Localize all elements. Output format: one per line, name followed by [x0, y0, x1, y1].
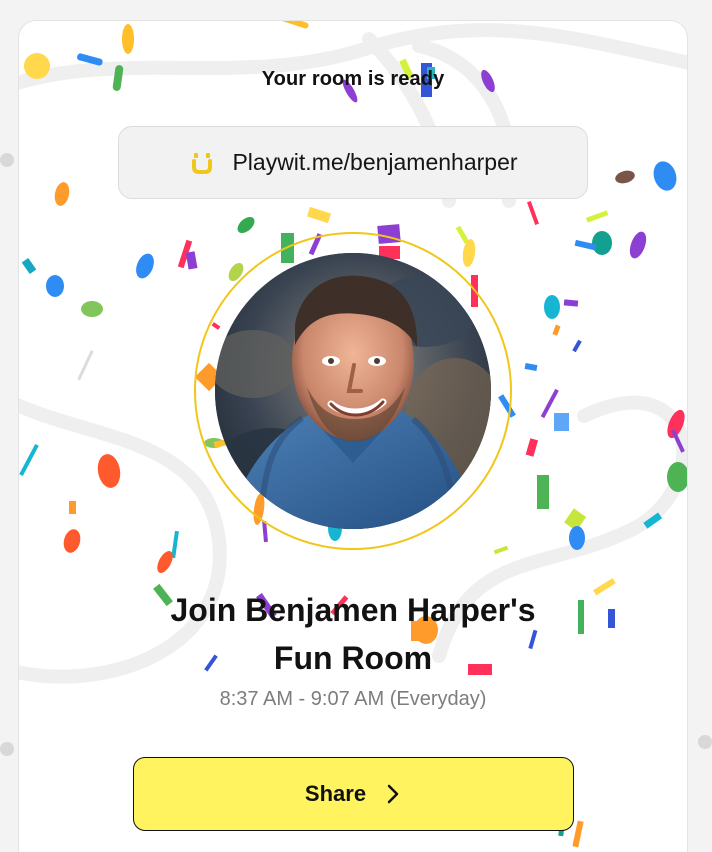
share-button[interactable]: Share	[133, 757, 574, 831]
page-background: Your room is ready Playwit.me/benjamenha…	[0, 0, 712, 852]
profile-photo	[215, 253, 491, 529]
room-ready-card: Your room is ready Playwit.me/benjamenha…	[18, 20, 688, 852]
left-decoration-dot	[0, 742, 14, 756]
room-ready-title: Your room is ready	[261, 68, 445, 90]
chevron-right-icon	[384, 783, 402, 805]
profile-avatar	[215, 253, 491, 529]
join-room-heading: Join Benjamen Harper's Fun Room	[19, 586, 687, 682]
join-room-heading-line-2: Fun Room	[273, 640, 433, 676]
share-button-label: Share	[304, 781, 367, 806]
right-background-strip	[688, 0, 712, 852]
left-decoration-dot	[0, 153, 14, 167]
playwit-logo-icon	[188, 149, 216, 177]
room-link-text: Playwit.me/benjamenharper	[232, 149, 518, 175]
left-background-strip	[0, 0, 18, 852]
room-time: 8:37 AM - 9:07 AM (Everyday)	[219, 688, 487, 710]
join-room-heading-line-1: Join Benjamen Harper's	[170, 592, 536, 628]
right-decoration-dot	[698, 735, 712, 749]
room-link-field[interactable]: Playwit.me/benjamenharper	[118, 126, 588, 199]
